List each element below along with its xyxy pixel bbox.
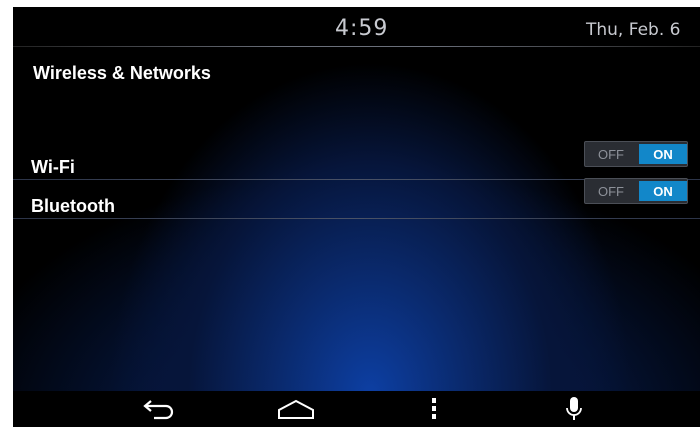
menu-icon [432, 398, 436, 419]
nav-bar [13, 391, 700, 427]
back-icon [143, 400, 174, 420]
wifi-toggle-off[interactable]: OFF [585, 147, 637, 162]
wifi-row[interactable]: Wi-Fi OFF ON [13, 138, 700, 180]
bluetooth-toggle-off[interactable]: OFF [585, 184, 637, 199]
screen: 4:59 Thu, Feb. 6 Wireless & Networks Wi-… [13, 7, 700, 427]
home-icon [278, 399, 314, 419]
bluetooth-row[interactable]: Bluetooth OFF ON [13, 177, 700, 219]
wifi-toggle-on[interactable]: ON [639, 144, 687, 164]
microphone-button[interactable] [550, 393, 598, 425]
wifi-label: Wi-Fi [31, 157, 75, 177]
home-button[interactable] [272, 393, 320, 425]
bluetooth-toggle-on[interactable]: ON [639, 181, 687, 201]
bluetooth-toggle[interactable]: OFF ON [584, 178, 688, 204]
microphone-icon [566, 397, 582, 420]
menu-button[interactable] [410, 393, 458, 425]
back-button[interactable] [135, 393, 183, 425]
status-bar: 4:59 Thu, Feb. 6 [13, 7, 700, 47]
clock: 4:59 [335, 16, 389, 41]
wifi-toggle[interactable]: OFF ON [584, 141, 688, 167]
date: Thu, Feb. 6 [586, 20, 681, 40]
bluetooth-label: Bluetooth [31, 196, 115, 216]
section-title: Wireless & Networks [33, 63, 211, 83]
